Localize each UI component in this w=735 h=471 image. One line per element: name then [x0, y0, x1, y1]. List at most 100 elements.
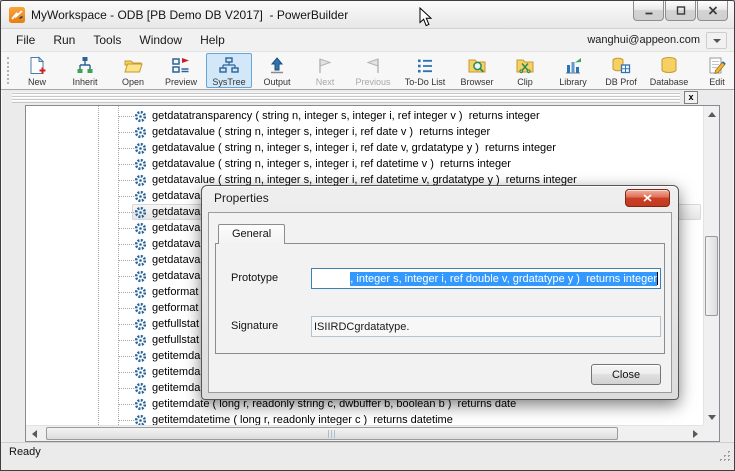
- menu-item-run[interactable]: Run: [44, 29, 84, 51]
- method-signature-text: getdatava: [152, 270, 200, 282]
- method-gear-icon: [134, 302, 147, 315]
- toolbar-button-label: Database: [650, 77, 689, 87]
- method-gear-icon: [134, 398, 147, 411]
- output-icon: [267, 56, 287, 76]
- panel-drag-bar[interactable]: [12, 92, 680, 103]
- toolbar-button-edit[interactable]: Edit: [694, 53, 734, 88]
- method-gear-icon: [134, 222, 147, 235]
- tree-row-method[interactable]: getdatavalue ( string n, integer s, inte…: [26, 140, 703, 156]
- method-signature-text: getformat: [152, 302, 198, 314]
- toolbar-button-open[interactable]: Open: [110, 53, 156, 88]
- status-bar: Ready: [1, 442, 734, 470]
- triangle-left-icon: [32, 430, 37, 438]
- minimize-button[interactable]: [633, 1, 664, 21]
- toolbar-button-new[interactable]: New: [14, 53, 60, 88]
- prototype-input[interactable]: , integer s, integer i, ref double v, gr…: [311, 268, 661, 289]
- toolbar-button-label: Browser: [460, 77, 493, 87]
- method-gear-icon: [134, 318, 147, 331]
- close-button[interactable]: [697, 1, 728, 21]
- tree-connector: [118, 404, 134, 405]
- method-gear-icon: [134, 206, 147, 219]
- toolbar-button-preview[interactable]: Preview: [158, 53, 204, 88]
- tree-connector: [118, 196, 134, 197]
- method-signature-text: getdatavalue ( string n, integer s, inte…: [152, 158, 511, 170]
- menu-item-file[interactable]: File: [7, 29, 44, 51]
- toolbar-button-inherit[interactable]: Inherit: [62, 53, 108, 88]
- tab-general[interactable]: General: [218, 224, 285, 244]
- method-signature-text: getdatava: [152, 238, 200, 250]
- tab-page-general: Prototype , integer s, integer i, ref do…: [215, 243, 665, 354]
- dialog-close-action-button[interactable]: Close: [591, 364, 661, 385]
- scroll-left-button[interactable]: [26, 426, 42, 442]
- signature-label: Signature: [231, 320, 278, 332]
- vertical-scroll-thumb[interactable]: [705, 236, 718, 316]
- vertical-scrollbar[interactable]: [703, 106, 719, 425]
- tree-row-method[interactable]: getdatatransparency ( string n, integer …: [26, 108, 703, 124]
- toolbar-button-previous[interactable]: Previous: [350, 53, 396, 88]
- method-signature-text: getfullstat: [152, 334, 199, 346]
- toolbar-button-label: Inherit: [72, 77, 97, 87]
- title-bar[interactable]: MyWorkspace - ODB [PB Demo DB V2017] - P…: [1, 1, 734, 29]
- toolbar-button-clip[interactable]: Clip: [502, 53, 548, 88]
- edit-icon: [707, 56, 727, 76]
- scroll-up-button[interactable]: [704, 106, 720, 122]
- tree-connector: [118, 276, 134, 277]
- tree-connector: [118, 356, 134, 357]
- panel-close-button[interactable]: x: [684, 91, 698, 104]
- scroll-down-button[interactable]: [704, 409, 720, 425]
- toolbar-button-label: Previous: [355, 77, 390, 87]
- method-gear-icon: [134, 238, 147, 251]
- method-signature-text: getdatava: [152, 190, 200, 202]
- method-signature-text: getitemdatetime ( long r, readonly integ…: [152, 414, 453, 425]
- tree-connector: [118, 420, 134, 421]
- next-icon: [315, 56, 335, 76]
- tree-connector: [118, 324, 134, 325]
- toolbar-button-label: Open: [122, 77, 144, 87]
- systree-icon: [219, 56, 239, 76]
- account-dropdown-button[interactable]: [706, 32, 727, 49]
- new-document-icon: [27, 56, 47, 76]
- dialog-close-button[interactable]: [625, 189, 670, 207]
- toolbar-button-label: Next: [316, 77, 335, 87]
- signature-input[interactable]: ISIIRDCgrdatatype.: [311, 316, 661, 337]
- toolbar-button-library[interactable]: Library: [550, 53, 596, 88]
- horizontal-scrollbar[interactable]: [26, 425, 703, 441]
- method-gear-icon: [134, 110, 147, 123]
- tree-row-method[interactable]: getdatavalue ( string n, integer s, inte…: [26, 156, 703, 172]
- maximize-icon: [674, 5, 688, 17]
- toolbar-button-next[interactable]: Next: [302, 53, 348, 88]
- toolbar-button-label: Clip: [517, 77, 533, 87]
- maximize-button[interactable]: [665, 1, 696, 21]
- minimize-icon: [642, 5, 656, 17]
- toolbar-button-label: Library: [559, 77, 587, 87]
- toolbar-button-systree[interactable]: SysTree: [206, 53, 252, 88]
- tree-row-method[interactable]: getitemdatetime ( long r, readonly integ…: [26, 412, 703, 425]
- resize-grip[interactable]: [720, 449, 731, 467]
- toolbar-button-output[interactable]: Output: [254, 53, 300, 88]
- toolbar-gripper[interactable]: [7, 57, 10, 84]
- tree-connector: [118, 180, 134, 181]
- scroll-right-button[interactable]: [687, 426, 703, 442]
- method-signature-text: getdatatransparency ( string n, integer …: [152, 110, 540, 122]
- menu-item-help[interactable]: Help: [191, 29, 234, 51]
- toolbar-button-database[interactable]: Database: [646, 53, 692, 88]
- triangle-right-icon: [693, 430, 698, 438]
- menu-item-window[interactable]: Window: [130, 29, 191, 51]
- method-gear-icon: [134, 174, 147, 187]
- menu-item-tools[interactable]: Tools: [84, 29, 130, 51]
- method-signature-text: getdatavalue ( string n, integer s, inte…: [152, 126, 490, 138]
- toolbar-button-db-prof[interactable]: DB Prof: [598, 53, 644, 88]
- method-signature-text: getdatava: [152, 254, 200, 266]
- toolbar-button-to-do-list[interactable]: To-Do List: [398, 53, 452, 88]
- powerbuilder-window: MyWorkspace - ODB [PB Demo DB V2017] - P…: [0, 0, 735, 471]
- toolbar-button-browser[interactable]: Browser: [454, 53, 500, 88]
- method-gear-icon: [134, 382, 147, 395]
- dialog-body: General Prototype , integer s, integer i…: [208, 212, 672, 393]
- window-title: MyWorkspace - ODB [PB Demo DB V2017] - P…: [31, 1, 348, 29]
- thumb-grip: [328, 430, 337, 438]
- method-signature-text: getitemda: [152, 350, 200, 362]
- tree-row-method[interactable]: getdatavalue ( string n, integer s, inte…: [26, 124, 703, 140]
- horizontal-scroll-thumb[interactable]: [46, 427, 618, 440]
- method-gear-icon: [134, 366, 147, 379]
- close-icon: [706, 5, 720, 17]
